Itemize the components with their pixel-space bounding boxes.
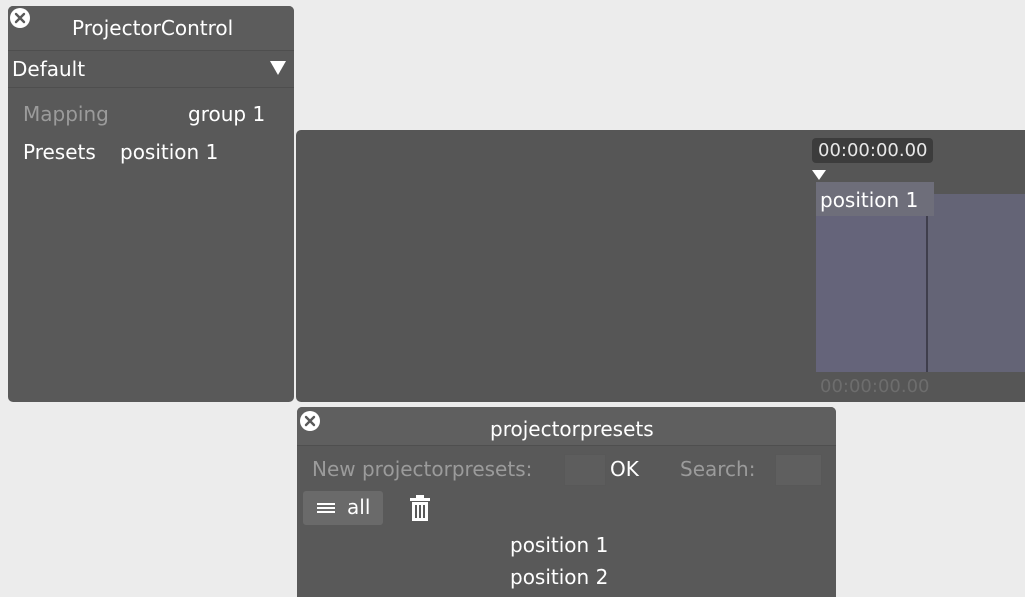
list-item[interactable]: position 2 (510, 565, 608, 589)
projector-presets-title: projectorpresets (490, 417, 654, 441)
projector-control-titlebar: ProjectorControl (8, 6, 294, 51)
ok-button[interactable]: OK (610, 457, 639, 481)
mapping-value[interactable]: group 1 (188, 102, 265, 126)
timeline-panel[interactable]: 00:00:00.00 position 1 00:00:00.00 (296, 130, 1025, 402)
dropdown-value: Default (12, 57, 86, 81)
search-input[interactable] (775, 454, 822, 486)
clip-body[interactable] (928, 194, 1025, 372)
presets-value[interactable]: position 1 (120, 140, 218, 164)
close-icon[interactable] (300, 411, 320, 431)
clip-segment[interactable] (816, 216, 928, 372)
filter-all-label: all (347, 495, 371, 519)
list-item[interactable]: position 1 (510, 533, 608, 557)
triangle-down-icon (270, 61, 286, 75)
timeline-clip[interactable]: position 1 (816, 182, 1025, 372)
mapping-label: Mapping (23, 102, 109, 126)
list-icon (317, 503, 335, 513)
timecode-end: 00:00:00.00 (820, 376, 930, 397)
preset-dropdown[interactable]: Default (8, 51, 294, 88)
playhead-icon[interactable] (812, 170, 826, 180)
presets-label: Presets (23, 140, 96, 164)
projector-presets-panel: projectorpresets New projectorpresets: O… (297, 407, 836, 597)
filter-all-button[interactable]: all (303, 491, 383, 525)
close-icon[interactable] (10, 8, 30, 28)
timecode-current: 00:00:00.00 (812, 138, 934, 163)
new-preset-input[interactable] (564, 454, 606, 486)
trash-icon[interactable] (409, 495, 431, 521)
projector-presets-titlebar: projectorpresets (297, 407, 836, 446)
search-label: Search: (680, 457, 756, 481)
clip-label: position 1 (820, 188, 919, 212)
new-preset-label: New projectorpresets: (312, 457, 533, 481)
clip-label-box[interactable]: position 1 (816, 182, 934, 216)
projector-control-title: ProjectorControl (72, 16, 234, 40)
projector-control-panel: ProjectorControl Default Mapping group 1… (8, 6, 294, 402)
